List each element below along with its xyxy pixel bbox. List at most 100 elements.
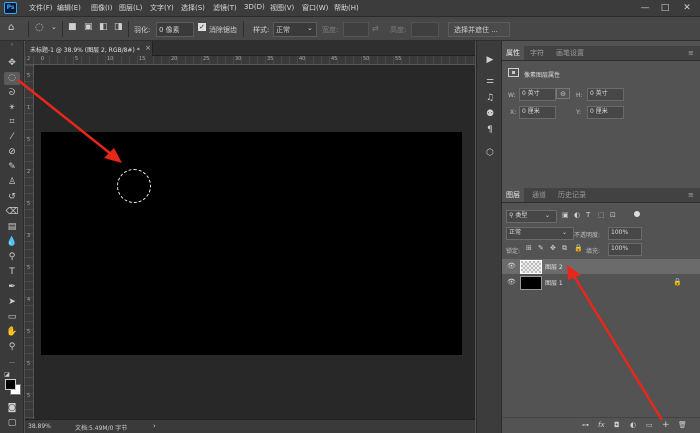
adjustments-icon[interactable]: ⚌ <box>483 74 497 88</box>
menu-view[interactable]: 视图(V) <box>270 3 294 13</box>
width-input[interactable] <box>343 22 369 37</box>
eraser-tool-icon[interactable]: ⌫ <box>4 206 20 219</box>
filter-shape-icon[interactable]: ⬚ <box>598 211 605 219</box>
person-icon[interactable]: ⚉ <box>483 107 497 121</box>
menu-window[interactable]: 窗口(W) <box>302 3 328 13</box>
document-tab[interactable]: 未标题-1 @ 38.9% (图层 2, RGB/8#) * × <box>25 41 153 56</box>
home-icon[interactable]: ⌂ <box>8 22 14 33</box>
link-layers-icon[interactable]: ⊶ <box>582 421 589 429</box>
move-tool-icon[interactable]: ✥ <box>4 57 20 70</box>
lock-transparent-icon[interactable]: ⊞ <box>526 244 532 252</box>
x-field[interactable]: 0 厘米 <box>519 106 556 119</box>
panel-menu-icon[interactable]: ≡ <box>688 191 694 199</box>
quick-mask-icon[interactable]: ◙ <box>4 402 20 415</box>
close-window-button[interactable]: ✕ <box>680 2 694 14</box>
subtract-selection-icon[interactable]: ◧ <box>99 22 108 32</box>
clone-stamp-tool-icon[interactable]: ♙ <box>4 176 20 189</box>
elliptical-marquee-tool-icon[interactable]: ◌ <box>35 22 44 33</box>
height-input[interactable] <box>411 22 439 37</box>
blur-tool-icon[interactable]: 💧 <box>4 236 20 249</box>
rectangle-tool-icon[interactable]: ▭ <box>4 311 20 324</box>
filter-type-icon[interactable]: T <box>586 211 590 219</box>
tab-character[interactable]: 字符 <box>526 46 548 60</box>
path-selection-tool-icon[interactable]: ➤ <box>4 296 20 309</box>
circular-selection-marquee[interactable] <box>117 169 151 203</box>
dodge-tool-icon[interactable]: ⚲ <box>4 251 20 264</box>
lock-position-icon[interactable]: ✥ <box>550 244 556 252</box>
add-selection-icon[interactable]: ▣ <box>84 22 93 32</box>
opacity-field[interactable]: 100% <box>608 227 642 240</box>
3d-cube-icon[interactable]: ⬡ <box>483 146 497 160</box>
menu-file[interactable]: 文件(F) <box>29 3 53 13</box>
select-and-mask-button[interactable]: 选择并遮住 ... <box>448 22 510 37</box>
elliptical-marquee-tool-icon[interactable]: ◌ <box>4 72 20 85</box>
antialias-checkbox[interactable]: ✓ <box>198 23 206 31</box>
crop-tool-icon[interactable]: ⌗ <box>4 116 20 129</box>
menu-select[interactable]: 选择(S) <box>181 3 205 13</box>
menu-image[interactable]: 图像(I) <box>91 3 113 13</box>
zoom-tool-icon[interactable]: ⚲ <box>4 341 20 354</box>
foreground-color-swatch[interactable] <box>5 379 16 390</box>
maximize-button[interactable]: □ <box>658 2 672 14</box>
styles-icon[interactable]: ♫ <box>483 91 497 105</box>
intersect-selection-icon[interactable]: ◨ <box>114 22 123 32</box>
layer-filter-select[interactable]: ⚲ 类型 ⌄ <box>506 210 557 223</box>
layer-style-fx-icon[interactable]: fx <box>598 421 605 429</box>
feather-input[interactable]: 0 像素 <box>156 22 194 37</box>
tab-properties[interactable]: 属性 <box>502 46 524 60</box>
blend-mode-select[interactable]: 正常 ⌄ <box>506 227 574 240</box>
paragraph-icon[interactable]: ¶ <box>483 123 497 137</box>
layer-row[interactable]: 👁 图层 2 <box>502 259 700 274</box>
chevron-down-icon[interactable]: ⌄ <box>51 23 57 31</box>
width-field[interactable]: 0 英寸 <box>519 88 556 101</box>
filter-smart-object-icon[interactable]: ⊡ <box>610 211 616 219</box>
y-field[interactable]: 0 厘米 <box>587 106 624 119</box>
menu-3d[interactable]: 3D(D) <box>244 3 265 11</box>
layer-name[interactable]: 图层 2 <box>545 262 563 271</box>
delete-layer-icon[interactable]: 🗑 <box>678 421 687 429</box>
menu-layer[interactable]: 图层(L) <box>119 3 142 13</box>
new-group-icon[interactable]: ▭ <box>646 421 653 429</box>
close-tab-icon[interactable]: × <box>145 44 151 52</box>
gradient-tool-icon[interactable]: ▤ <box>4 221 20 234</box>
add-mask-icon[interactable]: ◘ <box>614 421 620 429</box>
panel-menu-icon[interactable]: ≡ <box>688 49 694 57</box>
tab-channels[interactable]: 通道 <box>528 188 550 202</box>
hand-tool-icon[interactable]: ✋ <box>4 326 20 339</box>
document-canvas[interactable] <box>41 132 462 355</box>
lock-all-icon[interactable]: 🔒 <box>574 244 583 252</box>
adjustment-layer-icon[interactable]: ◐ <box>630 421 636 429</box>
tab-brush-settings[interactable]: 画笔设置 <box>552 46 588 60</box>
pen-tool-icon[interactable]: ✒ <box>4 281 20 294</box>
new-layer-button[interactable]: + <box>662 420 670 430</box>
fill-field[interactable]: 100% <box>608 243 642 256</box>
swap-icon[interactable]: ⇄ <box>372 24 379 33</box>
menu-edit[interactable]: 编辑(E) <box>57 3 81 13</box>
filter-pixel-icon[interactable]: ▣ <box>562 211 569 219</box>
style-select[interactable]: 正常 ⌄ <box>273 22 317 37</box>
height-field[interactable]: 0 英寸 <box>587 88 624 101</box>
history-brush-tool-icon[interactable]: ↺ <box>4 191 20 204</box>
lasso-tool-icon[interactable]: ᘐ <box>4 87 20 100</box>
minimize-button[interactable]: — <box>638 2 652 14</box>
filter-toggle-icon[interactable] <box>634 211 640 217</box>
healing-brush-tool-icon[interactable]: ⊘ <box>4 146 20 159</box>
screen-mode-icon[interactable]: ▢ <box>4 417 20 430</box>
magic-wand-tool-icon[interactable]: ⚹ <box>4 101 20 114</box>
type-tool-icon[interactable]: T <box>4 266 20 279</box>
layer-row[interactable]: 👁 图层 1 🔒 <box>502 275 700 290</box>
tab-layers[interactable]: 图层 <box>502 188 524 202</box>
brush-tool-icon[interactable]: ✎ <box>4 161 20 174</box>
visibility-eye-icon[interactable]: 👁 <box>507 262 516 270</box>
play-icon[interactable]: ▶ <box>483 53 497 67</box>
link-dimensions-icon[interactable]: ⊝ <box>556 88 570 99</box>
zoom-level[interactable]: 38.89% <box>28 423 51 430</box>
layer-name[interactable]: 图层 1 <box>545 278 563 287</box>
panel-collapse-icon[interactable]: » <box>4 42 20 55</box>
status-menu-arrow[interactable]: › <box>153 422 156 430</box>
new-selection-icon[interactable]: ■ <box>68 22 77 32</box>
menu-type[interactable]: 文字(Y) <box>150 3 174 13</box>
lock-pixels-icon[interactable]: ✎ <box>538 244 544 252</box>
menu-filter[interactable]: 滤镜(T) <box>213 3 237 13</box>
tab-history[interactable]: 历史记录 <box>554 188 590 202</box>
